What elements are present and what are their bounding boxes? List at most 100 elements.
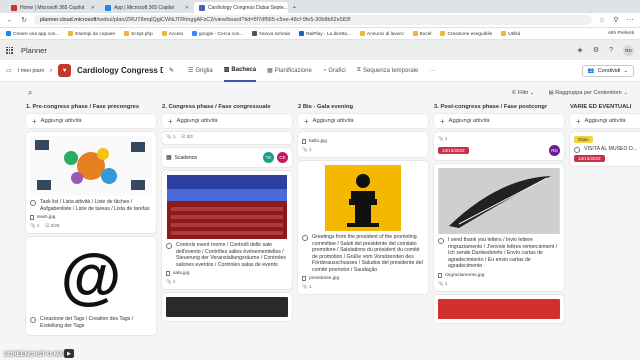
attachment[interactable]: presidente.jpg [302, 276, 424, 281]
task-title: Creazione dei Tags / Creation des Tags /… [40, 316, 134, 329]
task-card[interactable] [162, 293, 292, 321]
bookmark-item[interactable]: Esempi da copiare [68, 30, 115, 37]
bookmark-label: Annunci di lavoro [366, 31, 404, 37]
task-card[interactable]: Task list / Lista attività / Liste de tâ… [26, 132, 156, 233]
more-views-button[interactable]: ··· [429, 60, 435, 82]
task-title: VISITA AL MUSEO D... [584, 146, 638, 152]
close-icon[interactable]: ✕ [185, 5, 189, 11]
task-card[interactable] [434, 294, 564, 323]
help-icon[interactable]: ? [609, 47, 613, 54]
attachment[interactable]: team.jpg [30, 215, 152, 220]
bookmark-label: Script php [131, 31, 153, 37]
bucket-title[interactable]: 1. Pre-congress phase / Fase precongres [26, 104, 156, 114]
complete-checkbox[interactable] [30, 317, 36, 323]
plan-title[interactable]: Cardiology Congress Dubai Septe... [77, 66, 163, 75]
attachment[interactable]: sala.jpg [166, 271, 288, 276]
page-icon [252, 30, 258, 36]
share-button[interactable]: 👥 Condividi ⌄ [581, 64, 634, 77]
add-task-label: Aggiungi attività [312, 118, 354, 124]
back-icon[interactable]: ← [6, 17, 14, 24]
complete-checkbox[interactable] [302, 235, 308, 241]
assignee-avatar[interactable]: RD [549, 145, 560, 156]
bookmark-item[interactable]: Excel [412, 30, 431, 37]
search-icon[interactable]: ⌕ [28, 88, 32, 98]
browser-tab-planner[interactable]: Cardiology Congress Dubai Septe... ✕ [194, 2, 288, 13]
folder-icon [68, 30, 74, 36]
user-avatar[interactable]: RD [623, 44, 634, 56]
bookmark-item[interactable]: Utilità [501, 30, 520, 37]
bookmark-item[interactable]: Creare una app con... [6, 30, 59, 37]
attachment-name: team.jpg [37, 215, 56, 220]
board: 1. Pre-congress phase / Fase precongres … [22, 104, 640, 360]
tab-timeline[interactable]: ⧖ Sequenza temporale [357, 60, 419, 82]
task-card[interactable]: Gialo VISITA AL MUSEO D... 13/10/2023 [570, 132, 640, 166]
tab-label: Home | Microsoft 365 Copilot [20, 4, 85, 11]
complete-checkbox[interactable] [166, 243, 172, 249]
bookmark-item[interactable]: Nuova scheda [252, 30, 290, 37]
group-by-button[interactable]: ▤ Raggruppa per Contenitore ⌄ [548, 90, 628, 96]
settings-icon[interactable]: ⚙ [593, 46, 599, 54]
bucket-title[interactable]: 3. Post-congress phase / Fase postcongr [434, 104, 564, 114]
board-icon: ▥ [223, 67, 230, 73]
url-field[interactable]: planner.cloud.microsoft /webui/plan/ZRUT… [34, 15, 592, 25]
bookmark-item[interactable]: google - Cerca con... [191, 30, 243, 37]
task-title: Greetings from the president of the prom… [312, 234, 423, 273]
attachment-count: 📎 1 [166, 279, 176, 284]
browser-tab-home[interactable]: Home | Microsoft 365 Copilot ✕ [6, 2, 100, 13]
task-card[interactable]: 📎 1 ☑ 0/2 [162, 132, 292, 144]
sidebar-toggle-icon[interactable]: ▭ [6, 67, 12, 74]
assignee-avatar[interactable]: CE [277, 152, 288, 163]
tab-board[interactable]: ▥ Bacheca [223, 60, 257, 82]
add-task-button[interactable]: + Aggiungi attività [434, 114, 564, 128]
task-card[interactable]: ▦ Scadenza TE CE [162, 148, 292, 167]
task-image-event-room [166, 175, 288, 239]
pin-icon[interactable]: ✎ [169, 67, 174, 74]
group-by-label: Raggruppa per Contenitore [555, 90, 622, 96]
google-icon [191, 30, 197, 36]
attachment[interactable]: ringraziamento.jpg [438, 272, 560, 278]
task-card[interactable]: Controls event rooms / Controlli delle s… [162, 171, 292, 289]
tab-grid[interactable]: ☰ Griglia [188, 60, 213, 82]
recorder-watermark: SCREENCAST-O-MATIC [4, 352, 73, 358]
attachment[interactable]: ballo.jpg [302, 139, 424, 144]
new-tab-button[interactable]: + [288, 2, 302, 13]
add-task-button[interactable]: + Aggiungi attività [162, 114, 292, 128]
plan-icon: ♥ [57, 64, 71, 77]
bucket-title[interactable]: 2 Bis - Gala evening [298, 104, 428, 114]
browser-tab-app[interactable]: App | Microsoft 365 Copilot ✕ [100, 2, 194, 13]
assignee-avatar[interactable]: TE [263, 152, 274, 163]
bookmark-item[interactable]: Annunci di lavoro [359, 30, 404, 37]
complete-checkbox[interactable] [438, 238, 444, 244]
complete-checkbox[interactable] [30, 200, 36, 206]
tab-schedule[interactable]: ▦ Pianificazione [267, 60, 312, 82]
bucket-title[interactable]: VARIE ED EVENTUALI [570, 104, 640, 114]
complete-checkbox[interactable] [574, 147, 580, 153]
task-card[interactable]: I send thank you letters / Invio lettere… [434, 164, 564, 291]
play-icon[interactable]: ▶ [64, 349, 74, 358]
add-task-button[interactable]: + Aggiungi attività [298, 114, 428, 128]
task-card[interactable]: ballo.jpg 📎 1 [298, 132, 428, 157]
other-bookmarks[interactable]: Altri Preferiti [608, 31, 634, 36]
my-plans-link[interactable]: I miei piani [18, 68, 44, 74]
premium-icon[interactable]: ◈ [577, 46, 582, 54]
bookmark-item[interactable]: RaiPlay - La diretta... [299, 30, 351, 37]
filter-button[interactable]: ⚟ Filtri ⌄ [511, 90, 534, 96]
refresh-icon[interactable]: ↻ [20, 16, 28, 24]
task-card[interactable]: 📎 1 10/10/2023 RD [434, 132, 564, 160]
add-task-button[interactable]: + Aggiungi attività [570, 114, 640, 128]
add-task-button[interactable]: + Aggiungi attività [26, 114, 156, 128]
extensions-icon[interactable]: ⚲ [612, 16, 620, 24]
tab-charts[interactable]: ◔ Grafici [323, 60, 346, 82]
app-launcher-icon[interactable] [6, 46, 13, 54]
browser-menu-icon[interactable]: ⋯ [626, 16, 634, 24]
people-icon: 👥 [587, 67, 595, 74]
task-card[interactable]: @ Creazione dei Tags / Creation des Tags… [26, 237, 156, 335]
bookmark-item[interactable]: Creazione eseguibile [440, 30, 492, 37]
plus-icon: + [304, 116, 309, 126]
star-icon[interactable]: ☆ [598, 16, 606, 24]
task-card[interactable]: Greetings from the president of the prom… [298, 161, 428, 294]
bookmark-item[interactable]: Accesi [161, 30, 183, 37]
close-icon[interactable]: ✕ [91, 5, 95, 11]
bookmark-item[interactable]: Script php [124, 30, 153, 37]
bucket-title[interactable]: 2. Congress phase / Fase congressuale [162, 104, 292, 114]
